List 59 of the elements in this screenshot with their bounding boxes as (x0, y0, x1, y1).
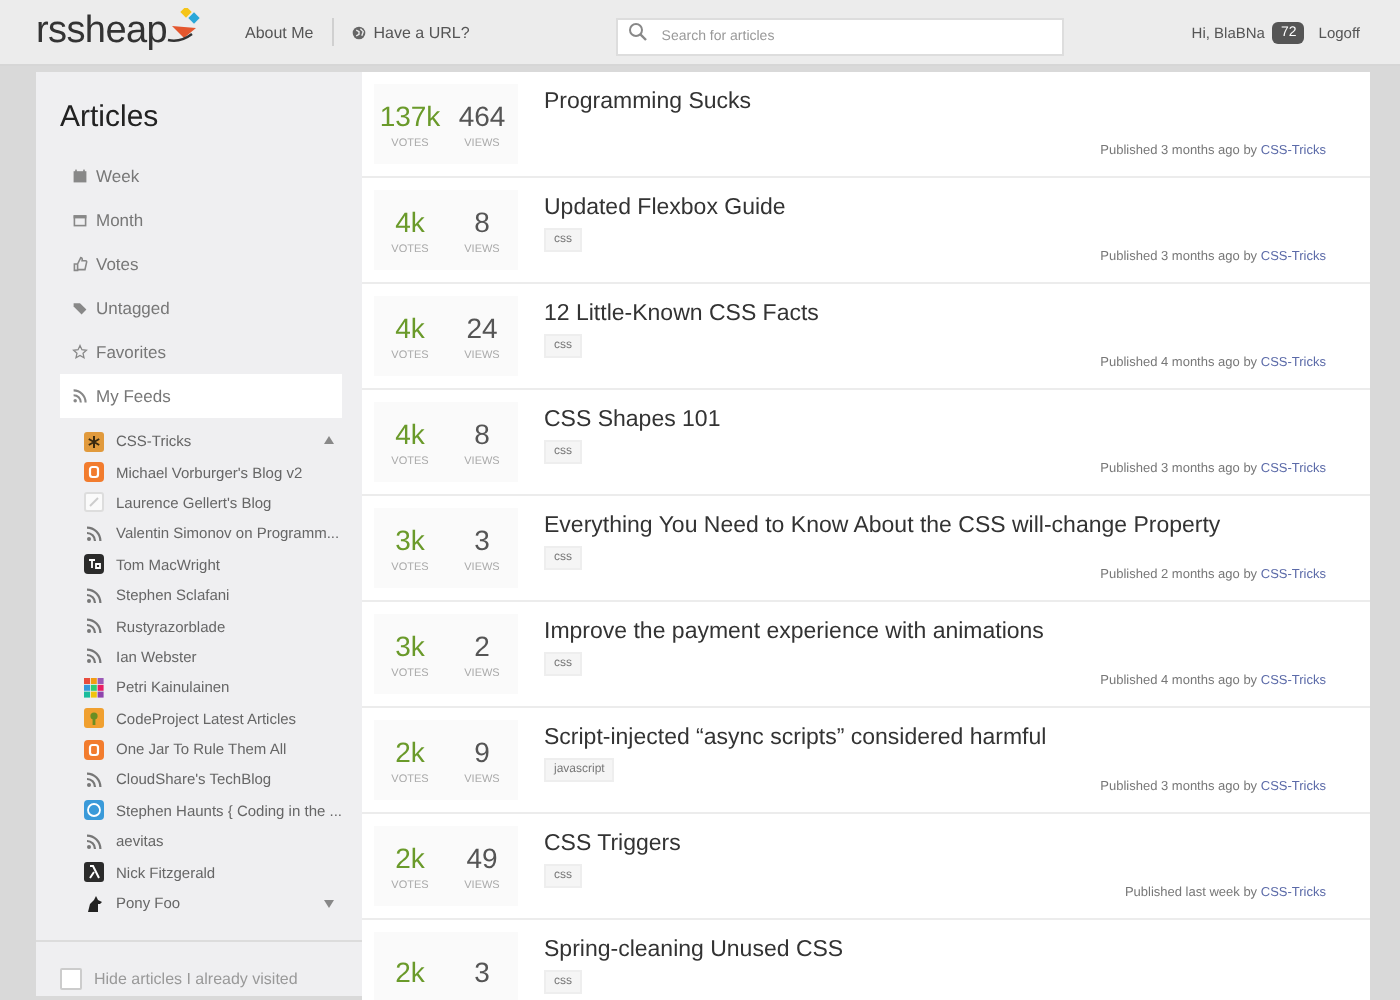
rss-icon (84, 769, 104, 790)
votes-count: 137k (379, 99, 441, 131)
rss-icon (84, 616, 104, 637)
logo-text[interactable]: rssheap (36, 10, 167, 54)
article-title[interactable]: Improve the payment experience with animations (544, 620, 1370, 644)
votes-count: 2k (395, 735, 425, 767)
asterisk-icon (84, 431, 104, 452)
article-title[interactable]: 12 Little-Known CSS Facts (544, 302, 1370, 326)
scroll-down-icon[interactable] (324, 900, 334, 909)
thumbs-up-icon (72, 256, 88, 272)
votes-count: 4k (395, 311, 425, 343)
views-count: 3 (474, 523, 490, 555)
search-icon (627, 22, 648, 42)
views-count: 8 (474, 205, 490, 237)
views-count: 9 (474, 735, 490, 767)
views-count: 464 (458, 99, 506, 131)
scroll-up-icon[interactable] (324, 436, 334, 444)
page-icon (84, 492, 104, 513)
star-icon (72, 344, 88, 360)
article-title[interactable]: Updated Flexbox Guide (544, 196, 1370, 220)
article-title[interactable]: Spring-cleaning Unused CSS (544, 938, 1370, 962)
views-count: 24 (466, 311, 498, 343)
sidebar-item[interactable]: Votes (60, 242, 342, 286)
article-title[interactable]: CSS Shapes 101 (544, 408, 1370, 432)
votes-count: 2k (395, 956, 425, 988)
logo-icon[interactable] (163, 8, 203, 44)
votes-count: 4k (395, 205, 425, 237)
sidebar-title: Articles (60, 100, 161, 134)
article-title[interactable]: CSS Triggers (544, 832, 1370, 856)
article-title[interactable]: Everything You Need to Know About the CSS will-change Property (544, 514, 1370, 538)
votes-count: 3k (395, 629, 425, 661)
calendar-icon (72, 168, 88, 184)
views-count: 8 (474, 417, 490, 449)
sidebar-item[interactable]: Favorites (60, 330, 342, 374)
grid-icon (84, 677, 104, 698)
votes-count: 3k (395, 523, 425, 555)
nav-link[interactable]: About Me (227, 23, 332, 41)
sidebar-item[interactable]: Week (60, 154, 342, 198)
rss-icon (84, 831, 104, 852)
calendar-icon (72, 212, 88, 228)
views-count: 2 (474, 629, 490, 661)
app-icon (84, 554, 104, 575)
nav-link[interactable]: Have a URL? (333, 23, 488, 41)
votes-count: 2k (395, 841, 425, 873)
sidebar-item[interactable]: Untagged (60, 286, 342, 330)
checkbox[interactable] (60, 967, 82, 989)
rss-icon (84, 523, 104, 544)
views-count: 49 (466, 841, 498, 873)
article-title[interactable]: Programming Sucks (544, 90, 1370, 114)
sidebar-item[interactable]: Month (60, 198, 342, 242)
rss-icon (84, 646, 104, 667)
views-count: 3 (474, 956, 490, 988)
lambda-icon (84, 862, 104, 883)
tags-icon (72, 300, 88, 316)
article-title[interactable]: Script-injected “async scripts” considered harmful (544, 726, 1370, 750)
votes-count: 4k (395, 417, 425, 449)
rss-icon (84, 585, 104, 606)
sidebar-item[interactable]: My Feeds (60, 374, 342, 418)
rss-icon (72, 388, 88, 404)
